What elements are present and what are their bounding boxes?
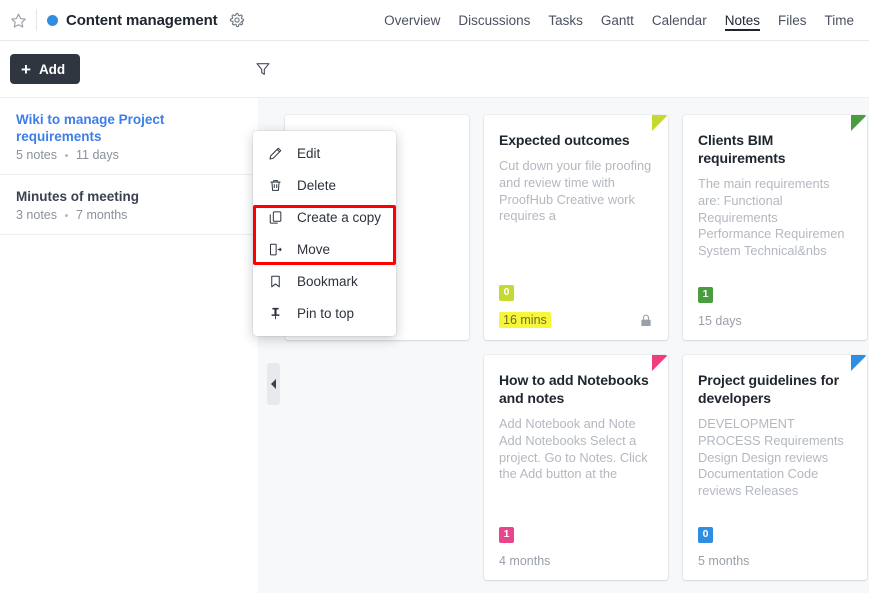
notebook-age: 11 days <box>76 148 119 162</box>
card-corner-fold <box>652 355 668 371</box>
note-card-excerpt: The main requirements are: Functional Re… <box>698 176 845 259</box>
nav-item-notes[interactable]: Notes <box>716 0 769 41</box>
card-corner-fold <box>652 115 668 131</box>
nav-item-tasks[interactable]: Tasks <box>539 0 592 41</box>
nav-item-discussions[interactable]: Discussions <box>449 0 539 41</box>
note-card-age: 4 months <box>499 554 551 568</box>
note-card-foot-row: 4 months <box>499 554 653 568</box>
note-card-footer: 1 15 days <box>698 285 852 328</box>
context-menu-label: Delete <box>297 177 337 193</box>
note-card-age: 16 mins <box>499 312 551 328</box>
project-color-dot <box>47 14 58 26</box>
move-out-icon <box>266 242 284 257</box>
add-button-label: Add <box>38 61 66 77</box>
note-card-foot-row: 5 months <box>698 554 852 568</box>
gear-icon[interactable] <box>228 11 246 29</box>
note-card-age: 5 months <box>698 554 750 568</box>
note-context-menu: Edit Delete Create a copy Move Bookmark … <box>253 131 396 336</box>
pin-icon <box>266 306 284 321</box>
notebook-list-sidebar: Wiki to manage Project requirements 5 no… <box>0 98 258 593</box>
filter-funnel-icon[interactable] <box>252 58 274 80</box>
note-card[interactable]: Expected outcomes Cut down your file pro… <box>484 115 668 340</box>
main-nav: Overview Discussions Tasks Gantt Calenda… <box>375 0 869 41</box>
context-menu-label: Edit <box>297 145 321 161</box>
context-menu-item-move[interactable]: Move <box>253 233 396 265</box>
note-card-foot-row: 15 days <box>698 314 852 328</box>
notebook-title: Minutes of meeting <box>16 189 140 204</box>
top-bar-divider <box>36 9 37 31</box>
sidebar-collapse-handle[interactable] <box>267 363 280 405</box>
project-title: Content management <box>66 11 218 29</box>
note-card[interactable]: How to add Notebooks and notes Add Noteb… <box>484 355 668 580</box>
trash-icon <box>266 178 284 193</box>
nav-item-gantt[interactable]: Gantt <box>592 0 643 41</box>
nav-item-overview[interactable]: Overview <box>375 0 449 41</box>
nav-item-files[interactable]: Files <box>769 0 816 41</box>
note-card-age: 15 days <box>698 314 742 328</box>
star-outline-icon[interactable] <box>8 10 28 30</box>
notebook-title: Wiki to manage Project requirements <box>16 112 165 144</box>
context-menu-item-create-a-copy[interactable]: Create a copy <box>253 201 396 233</box>
note-card-footer: 0 5 months <box>698 525 852 568</box>
pencil-icon <box>266 146 284 161</box>
context-menu-label: Create a copy <box>297 209 382 225</box>
note-card[interactable]: Project guidelines for developers DEVELO… <box>683 355 867 580</box>
notebook-list-item[interactable]: Wiki to manage Project requirements 5 no… <box>0 98 258 175</box>
notebook-meta: 5 notes 11 days <box>16 148 242 162</box>
notebook-note-count: 5 notes <box>16 148 58 162</box>
bookmark-icon <box>266 274 284 289</box>
add-button[interactable]: + Add <box>10 54 81 84</box>
context-menu-item-pin-to-top[interactable]: Pin to top <box>253 297 396 329</box>
context-menu-label: Bookmark <box>297 273 358 289</box>
notebook-age: 7 months <box>76 208 128 222</box>
context-menu-item-delete[interactable]: Delete <box>253 169 396 201</box>
context-menu-label: Move <box>297 241 331 257</box>
card-corner-fold <box>851 355 867 371</box>
note-comment-count-badge: 0 <box>499 285 514 301</box>
notebook-list-item[interactable]: Minutes of meeting 3 notes 7 months <box>0 175 258 235</box>
card-corner-fold <box>851 115 867 131</box>
plus-icon: + <box>21 59 31 79</box>
note-card-footer: 1 4 months <box>499 525 653 568</box>
context-menu-item-edit[interactable]: Edit <box>253 137 396 169</box>
note-card-title: Clients BIM requirements <box>698 132 786 166</box>
top-bar: Content management Overview Discussions … <box>0 0 869 41</box>
note-card-title: How to add Notebooks and notes <box>499 372 649 406</box>
nav-item-time[interactable]: Time <box>816 0 864 41</box>
note-card-title: Project guidelines for developers <box>698 372 839 406</box>
meta-separator-dot <box>65 213 69 217</box>
note-card-footer: 0 16 mins <box>499 283 653 328</box>
action-bar: + Add <box>0 41 869 98</box>
note-card-excerpt: Add Notebook and Note Add Notebooks Sele… <box>499 416 648 482</box>
note-comment-count-badge: 1 <box>499 527 514 543</box>
context-menu-item-bookmark[interactable]: Bookmark <box>253 265 396 297</box>
notebook-note-count: 3 notes <box>16 208 58 222</box>
note-card-title: Expected outcomes <box>499 132 630 148</box>
copy-icon <box>266 210 284 225</box>
context-menu-label: Pin to top <box>297 305 355 321</box>
lock-icon <box>639 313 653 328</box>
note-card-foot-row: 16 mins <box>499 312 653 328</box>
nav-item-calendar[interactable]: Calendar <box>643 0 716 41</box>
note-comment-count-badge: 0 <box>698 527 713 543</box>
notebook-meta: 3 notes 7 months <box>16 208 242 222</box>
chevron-left-icon <box>271 379 276 389</box>
note-card-excerpt: DEVELOPMENT PROCESS Requirements Design … <box>698 416 844 499</box>
note-card[interactable]: Clients BIM requirements The main requir… <box>683 115 867 340</box>
note-comment-count-badge: 1 <box>698 287 713 303</box>
note-card-excerpt: Cut down your file proofing and review t… <box>499 158 652 224</box>
meta-separator-dot <box>65 153 69 157</box>
